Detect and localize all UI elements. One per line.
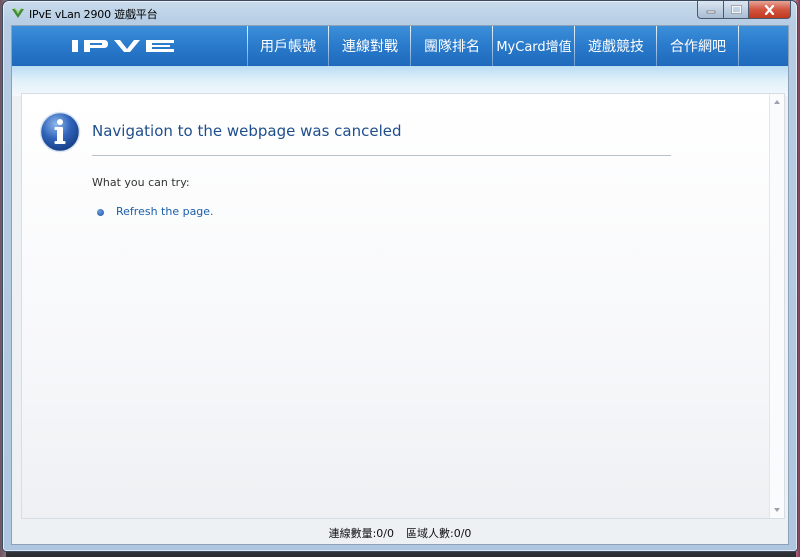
status-bar: 連線數量:0/0 區域人數:0/0 [12,523,788,543]
main-nav: 用戶帳號 連線對戰 團隊排名 MyCard增值 遊戲競技 合作網吧 [247,26,739,74]
close-button[interactable] [748,1,791,19]
maximize-button[interactable] [723,1,748,19]
error-divider [92,155,671,156]
info-icon [39,111,81,153]
nav-team-ranking[interactable]: 團隊排名 [411,26,493,74]
nav-game-competition[interactable]: 遊戲競技 [575,26,657,74]
nav-mycard-topup[interactable]: MyCard增值 [493,26,575,74]
browser-content: Navigation to the webpage was canceled W… [21,93,785,519]
region-user-count: 區域人數:0/0 [406,527,472,540]
header-banner: 用戶帳號 連線對戰 團隊排名 MyCard增值 遊戲競技 合作網吧 [12,26,788,74]
bullet-icon [97,209,104,216]
scroll-down-arrow-icon[interactable] [773,506,781,514]
nav-user-account[interactable]: 用戶帳號 [247,26,329,74]
vertical-scrollbar[interactable] [769,94,784,518]
try-label: What you can try: [92,176,190,189]
minimize-icon [706,10,715,13]
title-bar[interactable]: IPvE vLan 2900 遊戲平台 [3,1,797,25]
header-gradient-strip [12,66,788,96]
window-controls [697,1,791,19]
app-window: IPvE vLan 2900 遊戲平台 用戶帳號 連線對戰 團隊排名 MyCar… [2,0,798,552]
nav-partner-cafes[interactable]: 合作網吧 [657,26,739,74]
nav-online-battle[interactable]: 連線對戰 [329,26,411,74]
ipve-logo [72,40,174,52]
scroll-up-arrow-icon[interactable] [773,98,781,106]
window-title: IPvE vLan 2900 遊戲平台 [29,8,158,21]
minimize-button[interactable] [697,1,723,19]
refresh-page-link[interactable]: Refresh the page. [116,205,214,218]
client-area: 用戶帳號 連線對戰 團隊排名 MyCard增值 遊戲競技 合作網吧 Naviga… [11,25,789,545]
maximize-icon [730,5,742,14]
error-title: Navigation to the webpage was canceled [92,122,402,140]
connection-count: 連線數量:0/0 [328,527,394,540]
app-logo-icon [12,7,24,18]
close-icon [764,4,775,15]
